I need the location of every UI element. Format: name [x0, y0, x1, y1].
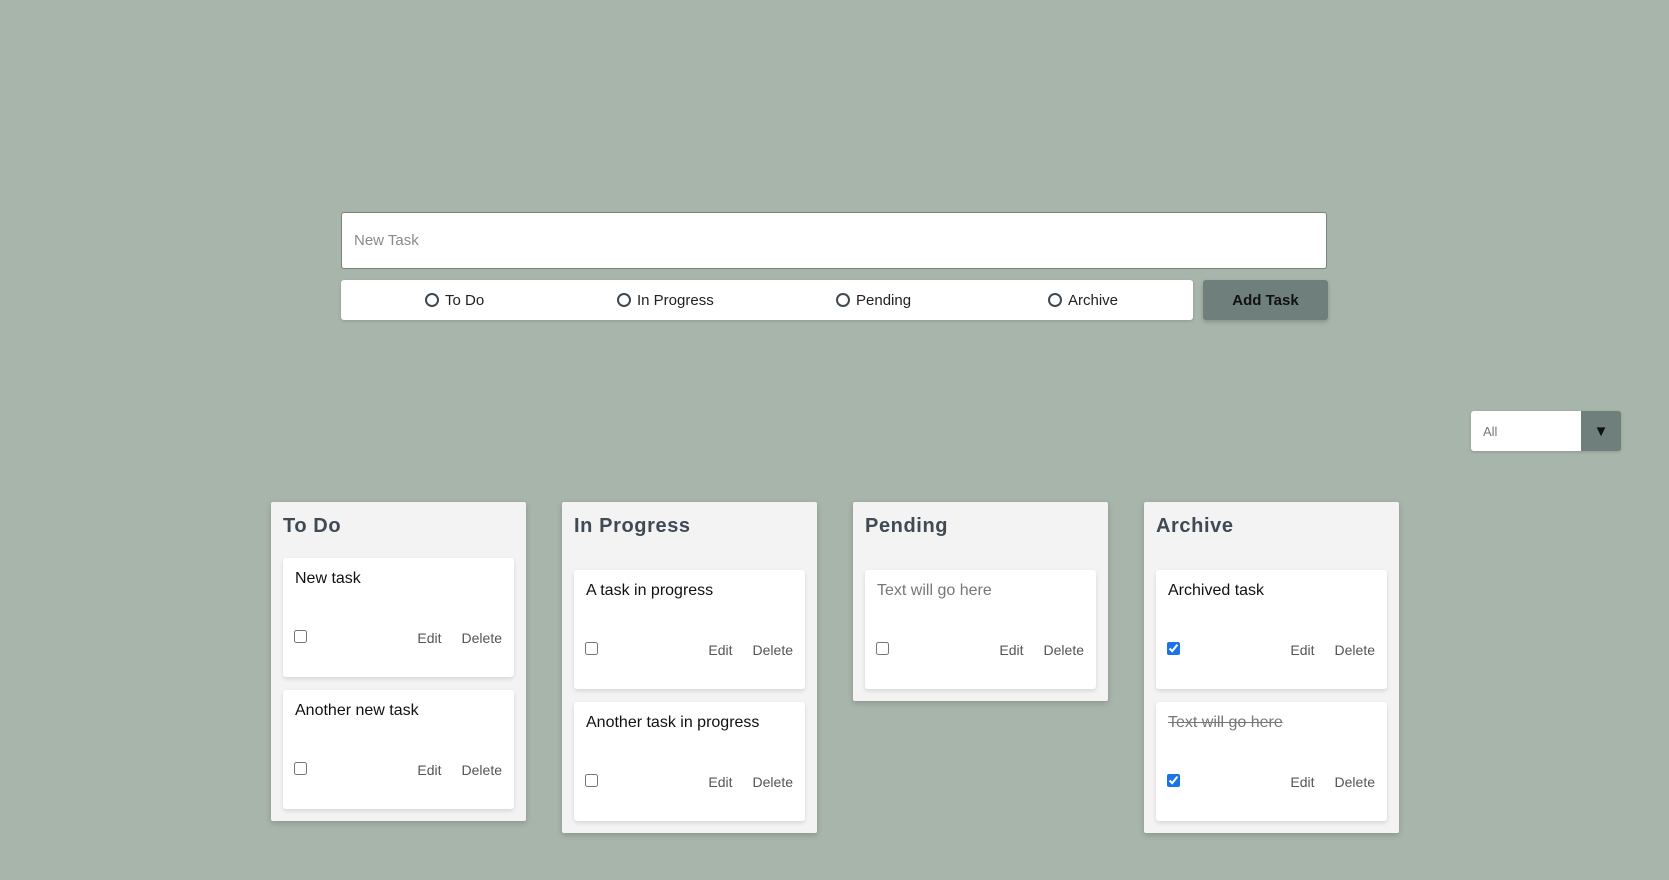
task-text: Another new task	[295, 702, 419, 719]
radio-todo-label: To Do	[445, 291, 485, 309]
task-card: Text will go here Edit Delete	[1156, 702, 1387, 821]
column-archive: Archive Archived task Edit Delete Text w…	[1144, 502, 1399, 833]
column-title: Pending	[865, 515, 949, 537]
radio-in-progress-label: In Progress	[637, 291, 714, 309]
status-radio-group: To Do In Progress Pending Archive	[341, 280, 1193, 320]
task-actions: Edit Delete	[417, 630, 502, 646]
edit-button[interactable]: Edit	[417, 630, 441, 646]
column-body: New task Edit Delete Another new task Ed…	[283, 556, 514, 809]
column-pending: Pending Text will go here Edit Delete	[853, 502, 1108, 701]
status-filter-select[interactable]: All ▼	[1471, 411, 1621, 451]
filter-selected-value[interactable]: All	[1471, 411, 1581, 451]
task-card: Archived task Edit Delete	[1156, 570, 1387, 689]
edit-button[interactable]: Edit	[999, 642, 1023, 658]
delete-button[interactable]: Delete	[1044, 642, 1084, 658]
task-actions: Edit Delete	[1290, 774, 1375, 790]
task-card: Text will go here Edit Delete	[865, 570, 1096, 689]
edit-button[interactable]: Edit	[417, 762, 441, 778]
edit-button[interactable]: Edit	[708, 774, 732, 790]
task-text: Archived task	[1168, 582, 1265, 599]
column-title: To Do	[283, 515, 342, 537]
column-title: In Progress	[574, 515, 691, 537]
delete-button[interactable]: Delete	[753, 642, 793, 658]
task-text: Text will go here	[1168, 714, 1283, 731]
task-card: A task in progress Edit Delete	[574, 570, 805, 689]
radio-in-progress[interactable]: In Progress	[617, 280, 714, 320]
task-text: New task	[295, 570, 361, 587]
delete-button[interactable]: Delete	[462, 762, 502, 778]
edit-button[interactable]: Edit	[1290, 774, 1314, 790]
edit-button[interactable]: Edit	[708, 642, 732, 658]
column-body: A task in progress Edit Delete Another t…	[574, 556, 805, 821]
add-task-button[interactable]: Add Task	[1203, 280, 1328, 320]
column-in-progress: In Progress A task in progress Edit Dele…	[562, 502, 817, 833]
task-text: Another task in progress	[586, 714, 760, 731]
task-card: Another new task Edit Delete	[283, 690, 514, 809]
task-complete-checkbox[interactable]	[294, 762, 307, 775]
task-complete-checkbox[interactable]	[585, 774, 598, 787]
edit-button[interactable]: Edit	[1290, 642, 1314, 658]
radio-todo[interactable]: To Do	[425, 280, 484, 320]
task-actions: Edit Delete	[1290, 642, 1375, 658]
task-text: Text will go here	[877, 582, 992, 599]
delete-button[interactable]: Delete	[753, 774, 793, 790]
radio-circle-icon[interactable]	[836, 293, 850, 307]
radio-pending[interactable]: Pending	[836, 280, 911, 320]
radio-archive[interactable]: Archive	[1048, 280, 1118, 320]
delete-button[interactable]: Delete	[1335, 774, 1375, 790]
task-actions: Edit Delete	[708, 774, 793, 790]
task-complete-checkbox[interactable]	[1167, 774, 1180, 787]
task-text: A task in progress	[586, 582, 714, 599]
radio-pending-label: Pending	[856, 291, 912, 309]
task-actions: Edit Delete	[708, 642, 793, 658]
column-title: Archive	[1156, 515, 1234, 537]
task-complete-checkbox[interactable]	[294, 630, 307, 643]
task-complete-checkbox[interactable]	[876, 642, 889, 655]
task-card: New task Edit Delete	[283, 558, 514, 677]
new-task-input[interactable]	[341, 212, 1327, 269]
task-actions: Edit Delete	[417, 762, 502, 778]
column-body: Text will go here Edit Delete	[865, 556, 1096, 689]
task-actions: Edit Delete	[999, 642, 1084, 658]
column-todo: To Do New task Edit Delete Another new t…	[271, 502, 526, 821]
radio-circle-icon[interactable]	[617, 293, 631, 307]
radio-circle-icon[interactable]	[1048, 293, 1062, 307]
task-card: Another task in progress Edit Delete	[574, 702, 805, 821]
radio-archive-label: Archive	[1068, 291, 1119, 309]
delete-button[interactable]: Delete	[1335, 642, 1375, 658]
radio-circle-icon[interactable]	[425, 293, 439, 307]
delete-button[interactable]: Delete	[462, 630, 502, 646]
task-complete-checkbox[interactable]	[585, 642, 598, 655]
chevron-down-icon[interactable]: ▼	[1581, 411, 1621, 451]
task-complete-checkbox[interactable]	[1167, 642, 1180, 655]
column-body: Archived task Edit Delete Text will go h…	[1156, 556, 1387, 821]
